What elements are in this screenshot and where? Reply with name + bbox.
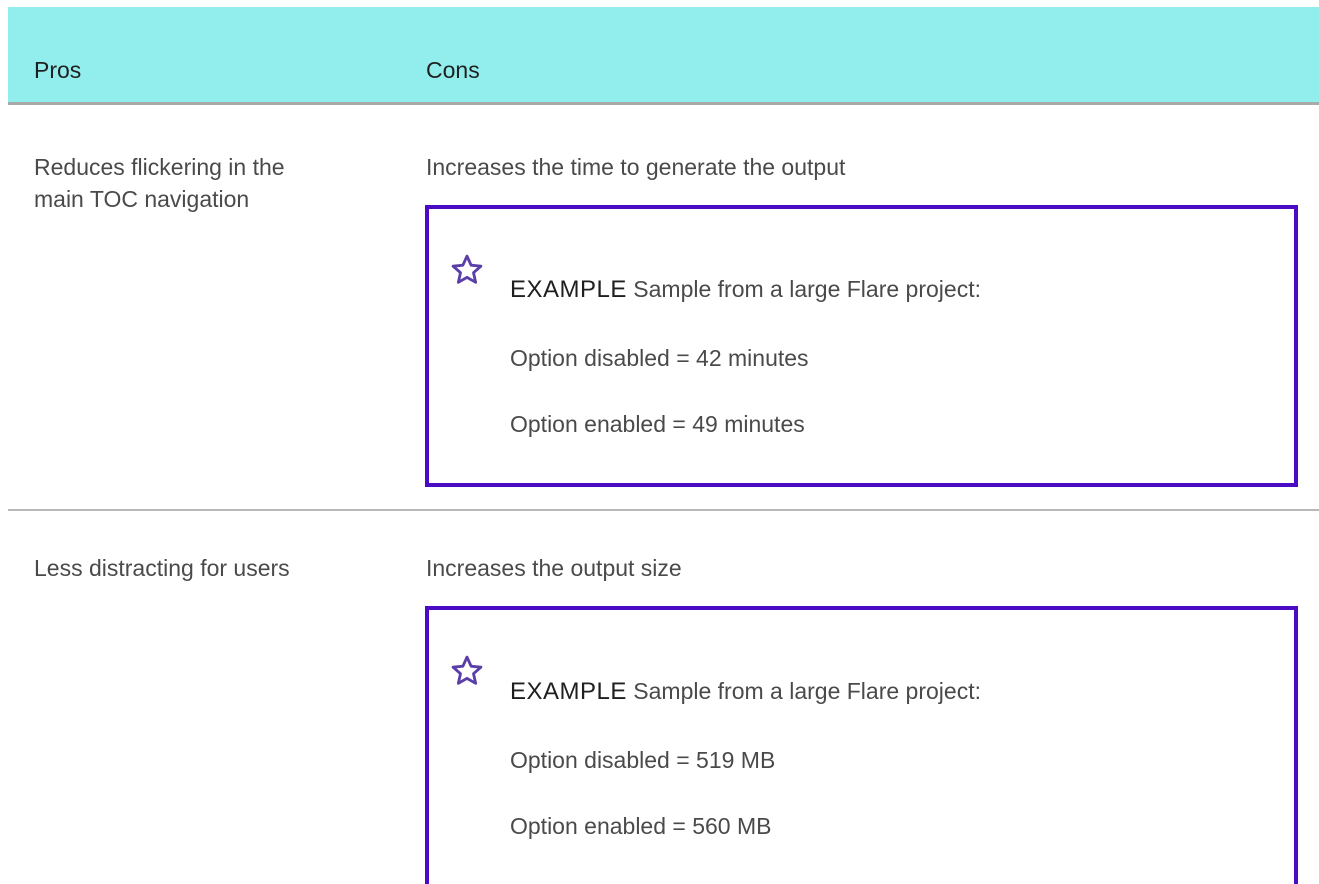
example-value-line: Option enabled = 49 minutes [510,411,805,437]
pros-text-line: Reduces flickering in the [34,154,285,180]
example-box: EXAMPLE Sample from a large Flare projec… [425,606,1298,884]
example-intro: Sample from a large Flare project: [633,678,981,704]
star-icon [451,655,483,685]
example-value-line: Option enabled = 560 MB [510,813,772,839]
pros-text-line: Less distracting for users [34,555,290,581]
example-intro-line: EXAMPLE Sample from a large Flare projec… [510,273,981,306]
pros-text-line: main TOC navigation [34,186,250,212]
cons-cell: Increases the output size [426,555,682,581]
pros-cons-table: Pros Cons Reduces flickering in the main… [0,0,1319,884]
header-pros: Pros [34,57,82,83]
row-divider [8,509,1319,511]
star-icon [451,254,483,284]
cons-cell: Increases the time to generate the outpu… [426,154,846,180]
example-label: EXAMPLE [510,276,627,303]
header-cons: Cons [426,57,480,83]
pros-cell: Reduces flickering in the main TOC navig… [34,151,394,215]
table-header: Pros Cons [8,7,1319,105]
example-intro: Sample from a large Flare project: [633,276,981,302]
example-box: EXAMPLE Sample from a large Flare projec… [425,205,1298,487]
example-value-line: Option disabled = 519 MB [510,747,776,773]
example-intro-line: EXAMPLE Sample from a large Flare projec… [510,675,981,708]
example-value-line: Option disabled = 42 minutes [510,345,809,371]
example-label: EXAMPLE [510,678,627,705]
pros-cell: Less distracting for users [34,552,394,584]
